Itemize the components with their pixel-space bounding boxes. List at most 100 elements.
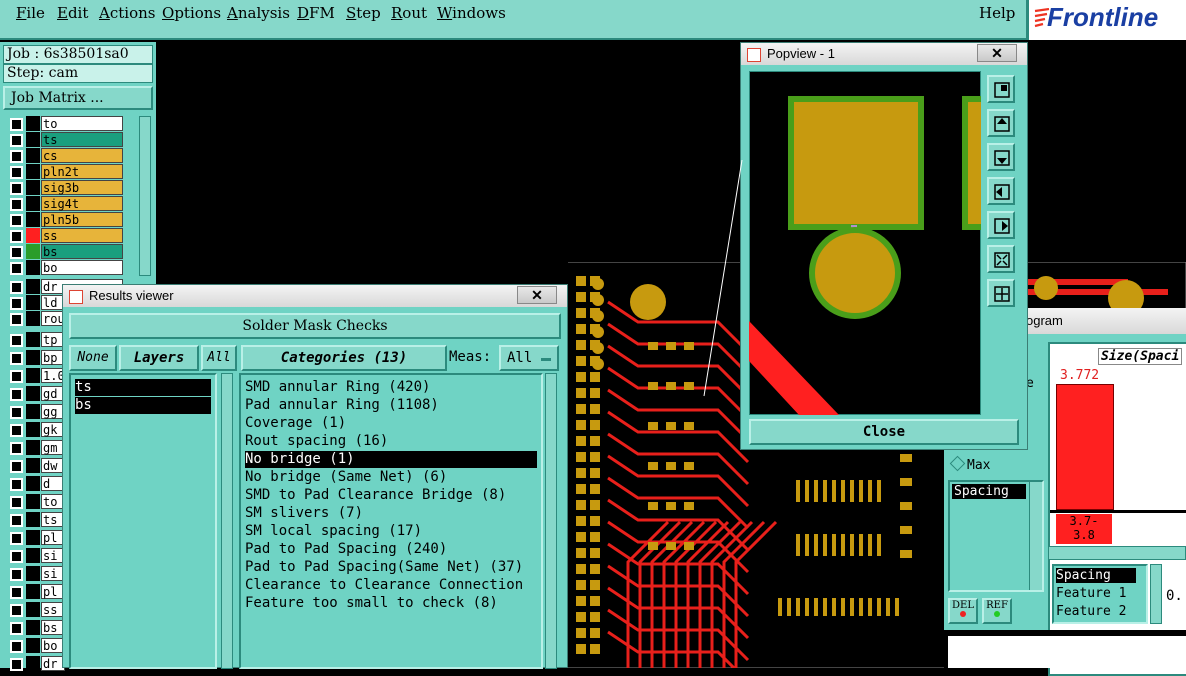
layer-checkbox[interactable]: [10, 568, 23, 581]
max-option[interactable]: Max: [949, 455, 990, 473]
close-button[interactable]: Close: [749, 419, 1019, 445]
zoom-out-button[interactable]: [987, 279, 1015, 307]
layer-checkbox[interactable]: [10, 230, 23, 243]
layer-row-cs[interactable]: cs: [8, 148, 124, 164]
ref-button[interactable]: REF: [982, 598, 1012, 624]
none-button[interactable]: None: [69, 345, 117, 371]
layer-checkbox[interactable]: [10, 532, 23, 545]
legend-item[interactable]: Feature 1: [1056, 586, 1126, 601]
layer-checkbox[interactable]: [10, 478, 23, 491]
pan-down-button[interactable]: [987, 143, 1015, 171]
layer-checkbox[interactable]: [10, 134, 23, 147]
job-matrix-button[interactable]: Job Matrix ...: [3, 86, 153, 110]
layer-row-bo[interactable]: bo: [8, 260, 124, 276]
zoom-fit-button[interactable]: [987, 75, 1015, 103]
layer-checkbox[interactable]: [10, 118, 23, 131]
layer-checkbox[interactable]: [10, 496, 23, 509]
list-item[interactable]: Spacing: [952, 484, 1026, 499]
menu-windows[interactable]: Windows: [437, 4, 506, 22]
menu-help[interactable]: Help: [979, 4, 1015, 22]
categories-list-scrollbar[interactable]: [545, 373, 557, 669]
layer-checkbox[interactable]: [10, 514, 23, 527]
categories-button[interactable]: Categories (13): [241, 345, 447, 371]
category-list-item[interactable]: Coverage (1): [245, 415, 346, 432]
layer-checkbox[interactable]: [10, 281, 23, 294]
del-button[interactable]: DEL: [948, 598, 978, 624]
results-viewer-titlebar[interactable]: Results viewer ✕: [63, 285, 567, 307]
popview-titlebar[interactable]: Popview - 1 ✕: [741, 43, 1027, 65]
popview-zoom-canvas[interactable]: [749, 71, 981, 415]
solder-mask-checks-button[interactable]: Solder Mask Checks: [69, 313, 561, 339]
menu-edit[interactable]: Edit: [57, 4, 88, 22]
pan-up-button[interactable]: [987, 109, 1015, 137]
layers-list[interactable]: ts bs: [69, 373, 217, 669]
layer-checkbox[interactable]: [10, 313, 23, 326]
legend-item[interactable]: Feature 2: [1056, 604, 1126, 619]
layer-checkbox[interactable]: [10, 586, 23, 599]
layer-checkbox[interactable]: [10, 622, 23, 635]
layer-list-item[interactable]: bs: [75, 397, 211, 414]
layer-checkbox[interactable]: [10, 246, 23, 259]
layer-checkbox[interactable]: [10, 460, 23, 473]
layers-button[interactable]: Layers: [119, 345, 199, 371]
layer-checkbox[interactable]: [10, 658, 23, 671]
menu-rout[interactable]: Rout: [391, 4, 427, 22]
close-window-button[interactable]: ✕: [977, 44, 1017, 62]
layer-checkbox[interactable]: [10, 262, 23, 275]
menu-actions[interactable]: Actions: [99, 4, 155, 22]
category-list-item[interactable]: SMD annular Ring (420): [245, 379, 430, 396]
category-list-item[interactable]: Pad to Pad Spacing(Same Net) (37): [245, 559, 523, 576]
layer-checkbox[interactable]: [10, 424, 23, 437]
layer-checkbox[interactable]: [10, 198, 23, 211]
menu-step[interactable]: Step: [346, 4, 381, 22]
legend-list[interactable]: Spacing Feature 1 Feature 2: [1052, 564, 1148, 624]
layer-row-pln5b[interactable]: pln5b: [8, 212, 124, 228]
layer-row-ss[interactable]: ss: [8, 228, 124, 244]
layer-row-to[interactable]: to: [8, 116, 124, 132]
category-list-item[interactable]: No bridge (Same Net) (6): [245, 469, 447, 486]
category-list-item[interactable]: Clearance to Clearance Connection: [245, 577, 523, 594]
layer-checkbox[interactable]: [10, 604, 23, 617]
layer-list-item[interactable]: ts: [75, 379, 211, 396]
layer-row-bs[interactable]: bs: [8, 244, 124, 260]
pan-left-button[interactable]: [987, 177, 1015, 205]
layer-checkbox[interactable]: [10, 150, 23, 163]
menu-options[interactable]: Options: [162, 4, 221, 22]
layer-checkbox[interactable]: [10, 388, 23, 401]
all-button[interactable]: All: [201, 345, 237, 371]
layer-scrollbar[interactable]: [139, 116, 151, 276]
menu-analysis[interactable]: Analysis: [227, 4, 290, 22]
layer-checkbox[interactable]: [10, 166, 23, 179]
layer-checkbox[interactable]: [10, 406, 23, 419]
category-list-item[interactable]: Feature too small to check (8): [245, 595, 498, 612]
menu-dfm[interactable]: DFM: [297, 4, 335, 22]
layers-list-scrollbar[interactable]: [221, 373, 233, 669]
layer-checkbox[interactable]: [10, 550, 23, 563]
layer-checkbox[interactable]: [10, 370, 23, 383]
close-window-button[interactable]: ✕: [517, 286, 557, 304]
layer-checkbox[interactable]: [10, 297, 23, 310]
layer-checkbox[interactable]: [10, 640, 23, 653]
zoom-in-button[interactable]: [987, 245, 1015, 273]
menu-file[interactable]: File: [16, 4, 45, 22]
histogram-scrollbar[interactable]: [1048, 546, 1186, 560]
category-list-item[interactable]: Pad to Pad Spacing (240): [245, 541, 447, 558]
layer-row-sig3b[interactable]: sig3b: [8, 180, 124, 196]
list-scrollbar[interactable]: [1029, 482, 1042, 590]
layer-checkbox[interactable]: [10, 352, 23, 365]
categories-list[interactable]: SMD annular Ring (420) Pad annular Ring (…: [239, 373, 543, 669]
pan-right-button[interactable]: [987, 211, 1015, 239]
histogram-bar[interactable]: [1056, 384, 1114, 510]
category-list-item[interactable]: SM slivers (7): [245, 505, 363, 522]
legend-item[interactable]: Spacing: [1056, 568, 1136, 583]
category-list-item[interactable]: No bridge (1): [245, 451, 537, 468]
layer-checkbox[interactable]: [10, 442, 23, 455]
layer-checkbox[interactable]: [10, 334, 23, 347]
layer-row-pln2t[interactable]: pln2t: [8, 164, 124, 180]
legend-scrollbar[interactable]: [1150, 564, 1162, 624]
layer-checkbox[interactable]: [10, 182, 23, 195]
category-list-item[interactable]: SM local spacing (17): [245, 523, 422, 540]
layer-row-ts[interactable]: ts: [8, 132, 124, 148]
measure-list[interactable]: Spacing: [948, 480, 1044, 592]
layer-checkbox[interactable]: [10, 214, 23, 227]
